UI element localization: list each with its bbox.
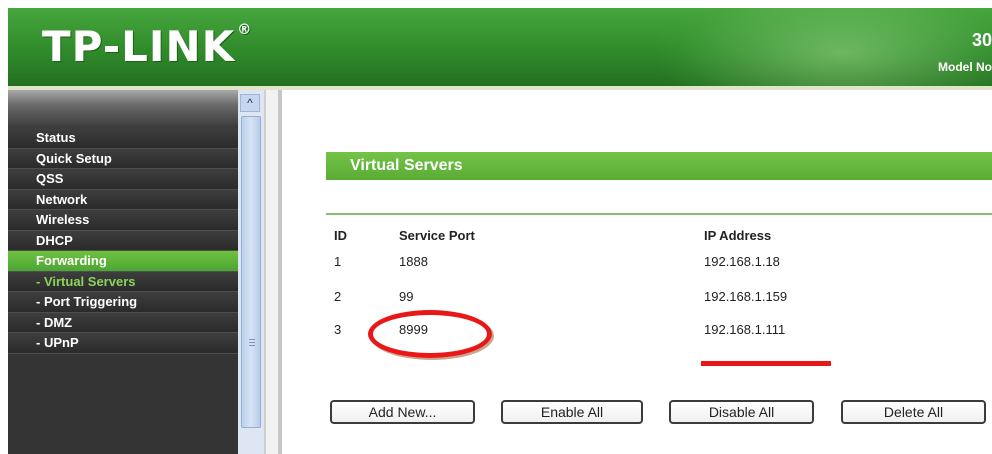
sidebar-item-network[interactable]: Network bbox=[8, 189, 238, 210]
row-service-port: 99 bbox=[399, 289, 414, 304]
row-service-port: 1888 bbox=[399, 254, 428, 269]
frame-divider bbox=[264, 90, 278, 454]
disable-all-button[interactable]: Disable All bbox=[669, 400, 814, 424]
sidebar-item-wireless[interactable]: Wireless bbox=[8, 210, 238, 231]
row-id: 2 bbox=[334, 289, 342, 304]
sidebar-item-virtual-servers[interactable]: - Virtual Servers bbox=[8, 271, 238, 292]
sidebar-item-port-triggering[interactable]: - Port Triggering bbox=[8, 292, 238, 313]
sidebar-item-dmz[interactable]: - DMZ bbox=[8, 312, 238, 333]
column-header-ip-address: IP Address bbox=[704, 228, 772, 243]
section-divider bbox=[326, 213, 992, 215]
sidebar-top bbox=[8, 90, 238, 128]
model-number-partial: 30 bbox=[971, 30, 992, 50]
row-ip-address: 192.168.1.111 bbox=[704, 322, 786, 337]
sidebar-item-qss[interactable]: QSS bbox=[8, 169, 238, 190]
scrollbar-thumb[interactable] bbox=[241, 116, 261, 428]
header-banner: TP-LINK ® 30 Model No bbox=[8, 8, 992, 86]
sidebar-menu: Status Quick Setup QSS Network Wireless … bbox=[8, 128, 238, 354]
add-new-button[interactable]: Add New... bbox=[330, 400, 475, 424]
model-label: Model No bbox=[938, 60, 992, 74]
column-header-service-port: Service Port bbox=[399, 228, 475, 243]
delete-all-button[interactable]: Delete All bbox=[841, 400, 986, 424]
row-id: 3 bbox=[334, 322, 342, 337]
sidebar-item-status[interactable]: Status bbox=[8, 128, 238, 149]
annotation-underline bbox=[701, 361, 831, 366]
row-id: 1 bbox=[334, 254, 342, 269]
sidebar-item-dhcp[interactable]: DHCP bbox=[8, 230, 238, 251]
sidebar-item-upnp[interactable]: - UPnP bbox=[8, 333, 238, 354]
column-header-id: ID bbox=[334, 228, 347, 243]
enable-all-button[interactable]: Enable All bbox=[501, 400, 643, 424]
chevron-up-icon[interactable]: ^ bbox=[240, 94, 260, 112]
annotation-circle bbox=[368, 310, 492, 358]
header-decoration bbox=[652, 8, 992, 86]
sidebar-scrollbar[interactable]: ^ bbox=[238, 90, 264, 454]
sidebar: Status Quick Setup QSS Network Wireless … bbox=[8, 90, 238, 454]
tp-link-logo: TP-LINK ® bbox=[42, 22, 253, 71]
row-ip-address: 192.168.1.18 bbox=[704, 254, 780, 269]
sidebar-item-forwarding[interactable]: Forwarding bbox=[8, 251, 238, 272]
row-ip-address: 192.168.1.159 bbox=[704, 289, 788, 304]
grip-icon bbox=[249, 339, 255, 340]
section-title: Virtual Servers bbox=[326, 152, 992, 180]
sidebar-item-quick-setup[interactable]: Quick Setup bbox=[8, 148, 238, 169]
